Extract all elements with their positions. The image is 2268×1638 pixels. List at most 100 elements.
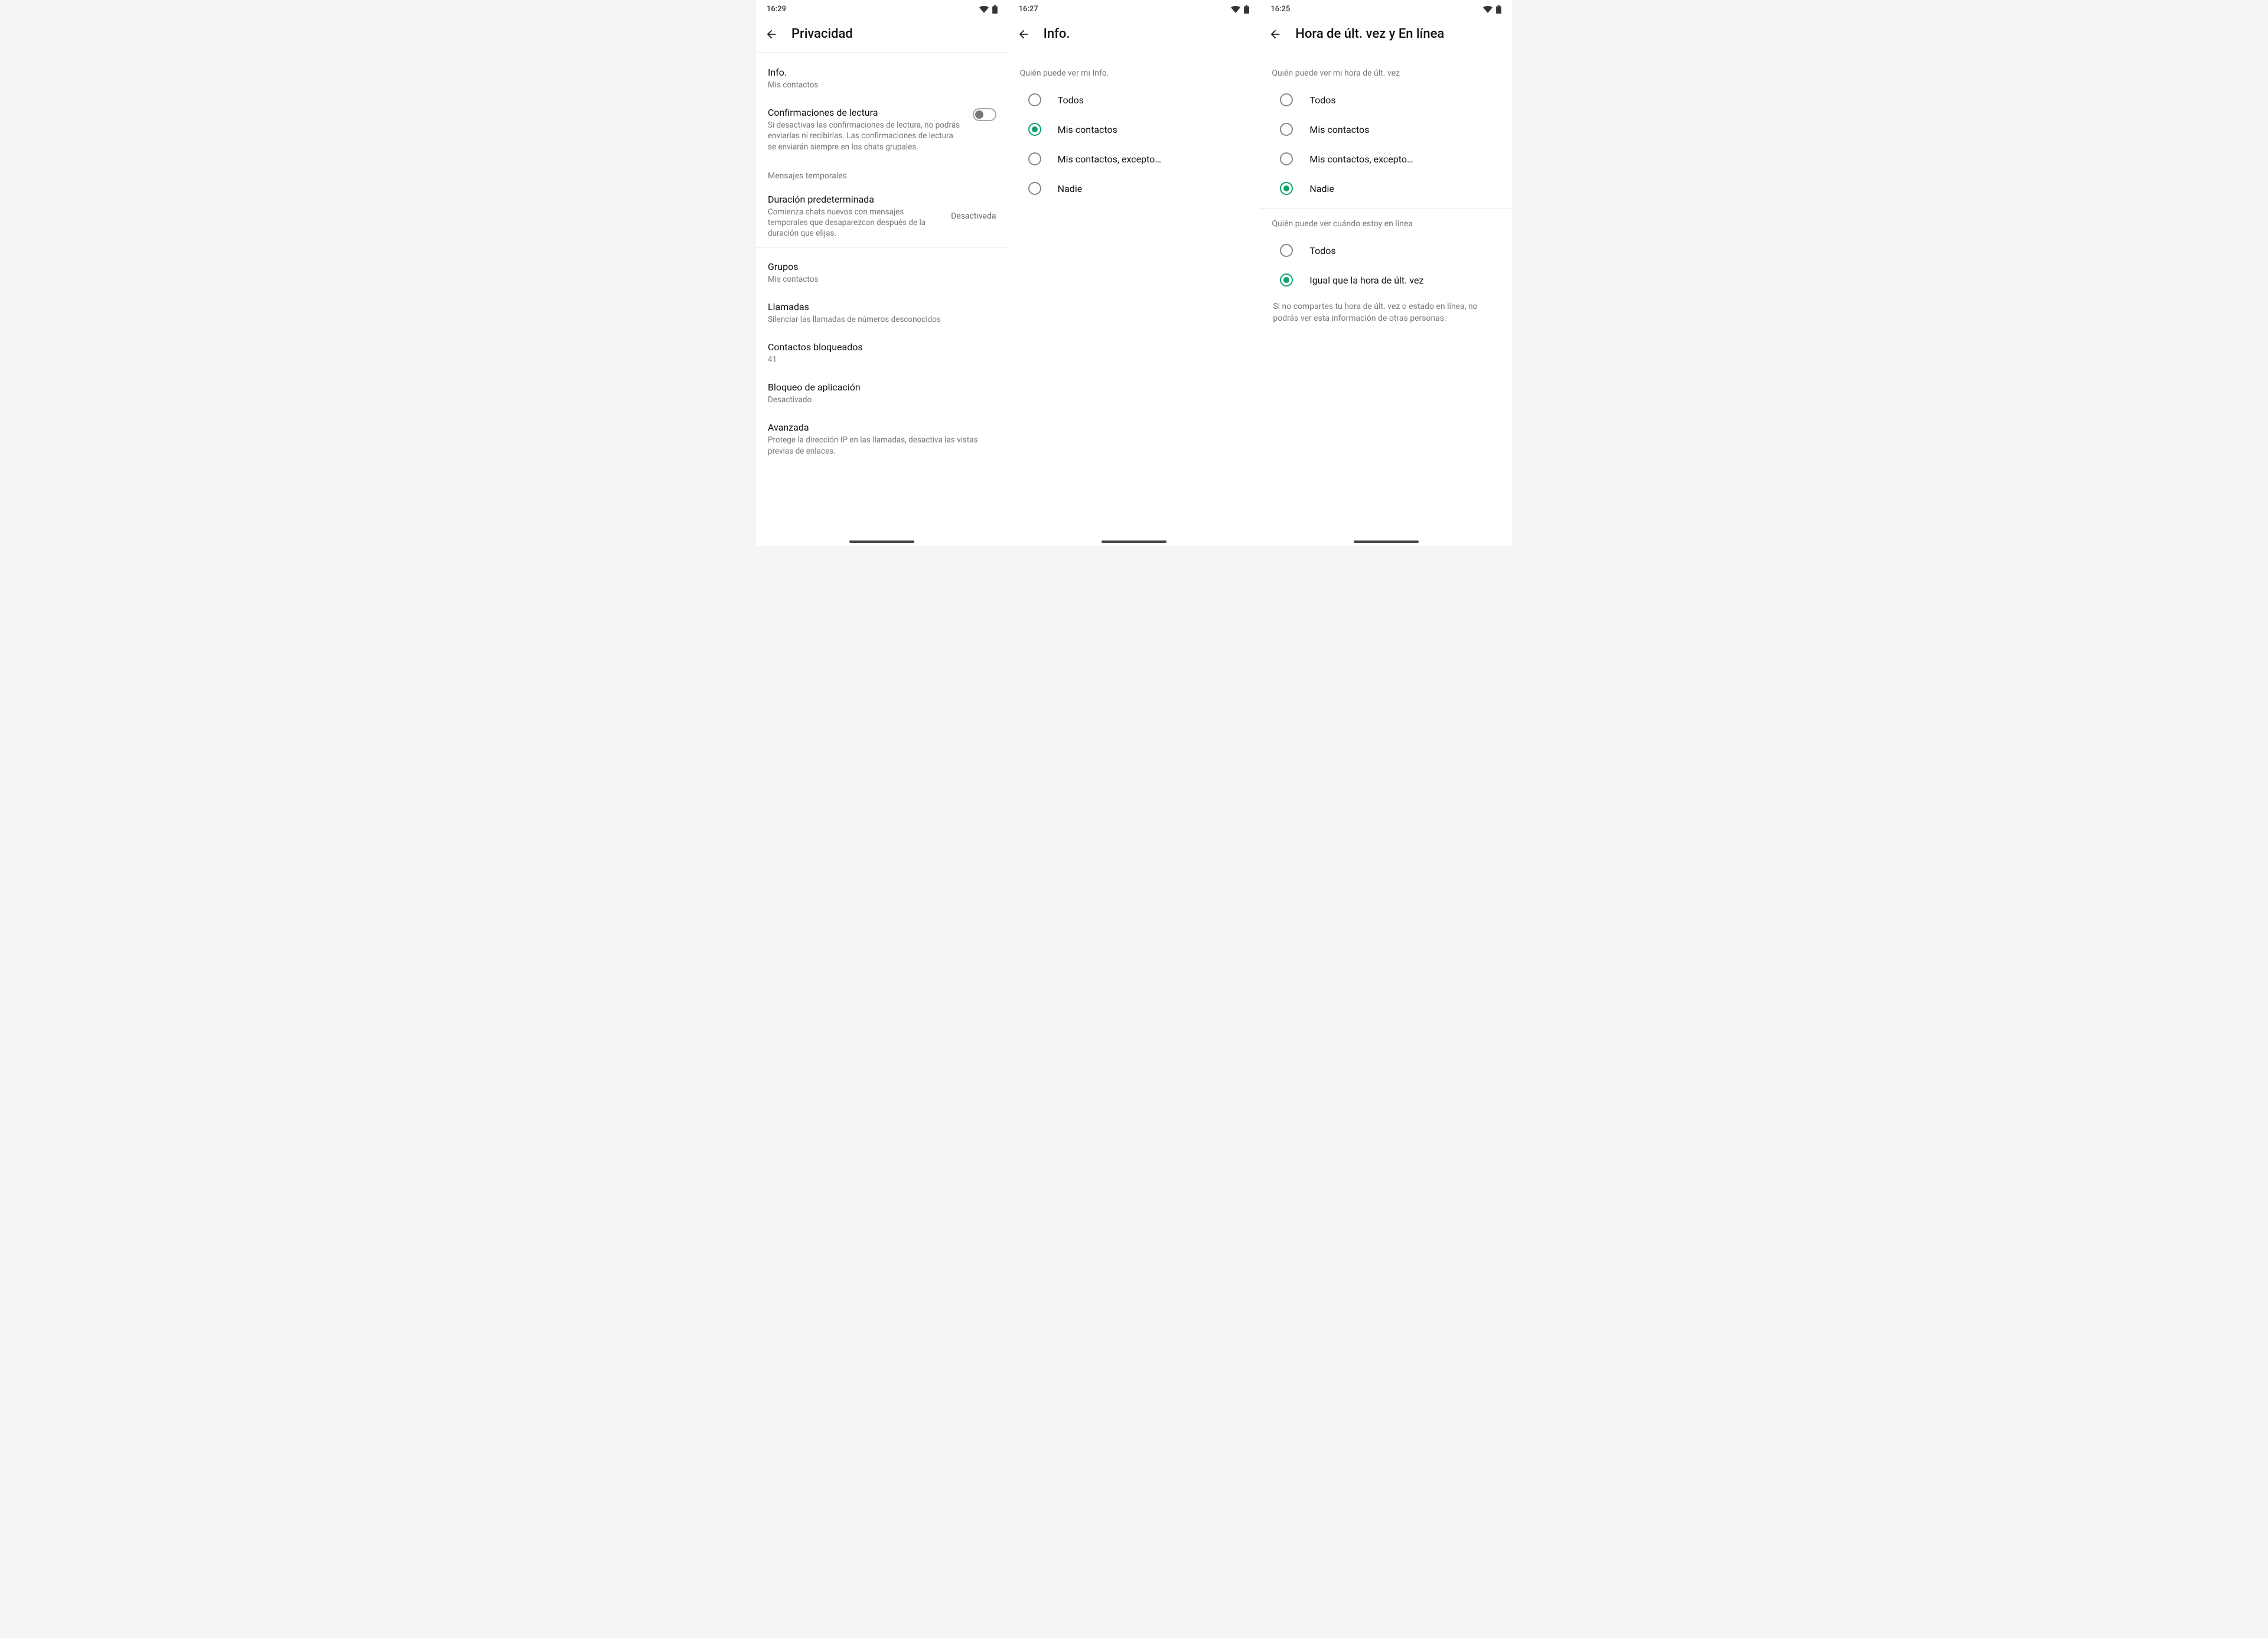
radio-label: Nadie bbox=[1309, 183, 1334, 194]
radio-icon bbox=[1280, 93, 1293, 106]
section-header-last-seen: Quién puede ver mi hora de últ. vez bbox=[1260, 58, 1512, 85]
screen-last-seen-online: 16:25 Hora de últ. vez y En línea Quién … bbox=[1260, 0, 1512, 546]
radio-lastseen-everyone[interactable]: Todos bbox=[1260, 85, 1512, 115]
radio-icon bbox=[1280, 244, 1293, 257]
item-sub: Silenciar las llamadas de números descon… bbox=[768, 314, 996, 325]
item-title: Bloqueo de aplicación bbox=[768, 382, 996, 393]
settings-item-app-lock[interactable]: Bloqueo de aplicación Desactivado bbox=[756, 373, 1008, 413]
battery-icon bbox=[1244, 5, 1249, 14]
navbar-handle[interactable] bbox=[1102, 540, 1166, 543]
status-time: 16:29 bbox=[767, 5, 786, 14]
read-receipts-toggle[interactable] bbox=[973, 108, 996, 121]
radio-inner bbox=[1283, 185, 1289, 191]
appbar: Hora de últ. vez y En línea bbox=[1260, 17, 1512, 52]
radio-icon bbox=[1028, 182, 1041, 195]
item-sub: Mis contactos bbox=[768, 80, 996, 90]
page-title: Info. bbox=[1044, 27, 1070, 41]
radio-label: Igual que la hora de últ. vez bbox=[1309, 275, 1423, 286]
last-seen-note: Si no compartes tu hora de últ. vez o es… bbox=[1260, 295, 1512, 325]
radio-lastseen-my-contacts[interactable]: Mis contactos bbox=[1260, 115, 1512, 144]
radio-inner bbox=[1032, 126, 1038, 132]
item-title: Contactos bloqueados bbox=[768, 341, 996, 353]
radio-label: Mis contactos bbox=[1309, 124, 1369, 135]
radio-lastseen-contacts-except[interactable]: Mis contactos, excepto… bbox=[1260, 144, 1512, 174]
wifi-icon bbox=[979, 6, 989, 13]
section-header-who-info: Quién puede ver mi Info. bbox=[1008, 58, 1260, 85]
radio-label: Nadie bbox=[1058, 183, 1083, 194]
radio-online-same-as-last-seen[interactable]: Igual que la hora de últ. vez bbox=[1260, 265, 1512, 295]
radio-option-nobody[interactable]: Nadie bbox=[1008, 174, 1260, 203]
navbar bbox=[756, 535, 1008, 546]
radio-inner bbox=[1283, 277, 1289, 283]
radio-label: Mis contactos, excepto… bbox=[1058, 154, 1161, 165]
radio-icon bbox=[1280, 273, 1293, 286]
appbar: Info. bbox=[1008, 17, 1260, 52]
item-value: Desactivada bbox=[951, 211, 996, 221]
settings-item-blocked-contacts[interactable]: Contactos bloqueados 41 bbox=[756, 333, 1008, 373]
content: Quién puede ver mi hora de últ. vez Todo… bbox=[1260, 52, 1512, 325]
radio-icon bbox=[1280, 152, 1293, 165]
item-title: Confirmaciones de lectura bbox=[768, 107, 962, 118]
radio-icon bbox=[1280, 182, 1293, 195]
radio-lastseen-nobody[interactable]: Nadie bbox=[1260, 174, 1512, 203]
navbar bbox=[1008, 535, 1260, 546]
item-title: Avanzada bbox=[768, 422, 996, 433]
status-time: 16:27 bbox=[1019, 5, 1038, 14]
item-sub: 41 bbox=[768, 354, 996, 365]
wifi-icon bbox=[1231, 6, 1240, 13]
settings-item-groups[interactable]: Grupos Mis contactos bbox=[756, 248, 1008, 293]
settings-item-advanced[interactable]: Avanzada Protege la dirección IP en las … bbox=[756, 413, 1008, 464]
status-icons bbox=[1483, 5, 1501, 14]
page-title: Privacidad bbox=[791, 27, 853, 41]
radio-label: Mis contactos bbox=[1058, 124, 1117, 135]
item-sub: Comienza chats nuevos con mensajes tempo… bbox=[768, 207, 940, 239]
radio-icon bbox=[1280, 123, 1293, 136]
radio-icon bbox=[1028, 93, 1041, 106]
content: Quién puede ver mi Info. Todos Mis conta… bbox=[1008, 52, 1260, 297]
radio-label: Mis contactos, excepto… bbox=[1309, 154, 1413, 165]
toggle-knob bbox=[975, 110, 983, 119]
status-time: 16:25 bbox=[1270, 5, 1290, 14]
navbar-handle[interactable] bbox=[1354, 540, 1419, 543]
settings-item-default-duration[interactable]: Duración predeterminada Comienza chats n… bbox=[756, 185, 1008, 248]
radio-option-my-contacts[interactable]: Mis contactos bbox=[1008, 115, 1260, 144]
item-title: Info. bbox=[768, 67, 996, 78]
screen-info: 16:27 Info. Quién puede ver mi Info. Tod… bbox=[1008, 0, 1260, 546]
settings-item-read-receipts[interactable]: Confirmaciones de lectura Si desactivas … bbox=[756, 99, 1008, 161]
section-header-online: Quién puede ver cuándo estoy en línea bbox=[1260, 209, 1512, 236]
back-arrow-icon[interactable] bbox=[764, 27, 778, 41]
settings-item-info[interactable]: Info. Mis contactos bbox=[756, 58, 1008, 99]
battery-icon bbox=[992, 5, 998, 14]
radio-option-everyone[interactable]: Todos bbox=[1008, 85, 1260, 115]
navbar-handle[interactable] bbox=[849, 540, 914, 543]
back-arrow-icon[interactable] bbox=[1016, 27, 1031, 41]
back-arrow-icon[interactable] bbox=[1268, 27, 1282, 41]
radio-icon bbox=[1028, 152, 1041, 165]
item-sub: Si desactivas las confirmaciones de lect… bbox=[768, 120, 962, 152]
item-title: Duración predeterminada bbox=[768, 194, 940, 205]
screen-privacy: 16:29 Privacidad Info. Mis contactos Con… bbox=[756, 0, 1008, 546]
radio-label: Todos bbox=[1309, 245, 1335, 256]
section-header-temporal: Mensajes temporales bbox=[756, 161, 1008, 185]
radio-online-everyone[interactable]: Todos bbox=[1260, 236, 1512, 265]
item-title: Grupos bbox=[768, 261, 996, 272]
status-bar: 16:25 bbox=[1260, 0, 1512, 17]
status-bar: 16:27 bbox=[1008, 0, 1260, 17]
status-icons bbox=[979, 5, 998, 14]
item-sub: Desactivado bbox=[768, 395, 996, 405]
status-bar: 16:29 bbox=[756, 0, 1008, 17]
screens-container: 16:29 Privacidad Info. Mis contactos Con… bbox=[756, 0, 1512, 546]
item-sub: Mis contactos bbox=[768, 274, 996, 285]
radio-icon bbox=[1028, 123, 1041, 136]
item-title: Llamadas bbox=[768, 301, 996, 312]
battery-icon bbox=[1496, 5, 1501, 14]
radio-option-contacts-except[interactable]: Mis contactos, excepto… bbox=[1008, 144, 1260, 174]
navbar bbox=[1260, 535, 1512, 546]
appbar: Privacidad bbox=[756, 17, 1008, 52]
radio-label: Todos bbox=[1309, 95, 1335, 106]
wifi-icon bbox=[1483, 6, 1493, 13]
settings-item-calls[interactable]: Llamadas Silenciar las llamadas de númer… bbox=[756, 293, 1008, 333]
radio-label: Todos bbox=[1058, 95, 1084, 106]
item-sub: Protege la dirección IP en las llamadas,… bbox=[768, 435, 996, 456]
content: Info. Mis contactos Confirmaciones de le… bbox=[756, 53, 1008, 535]
